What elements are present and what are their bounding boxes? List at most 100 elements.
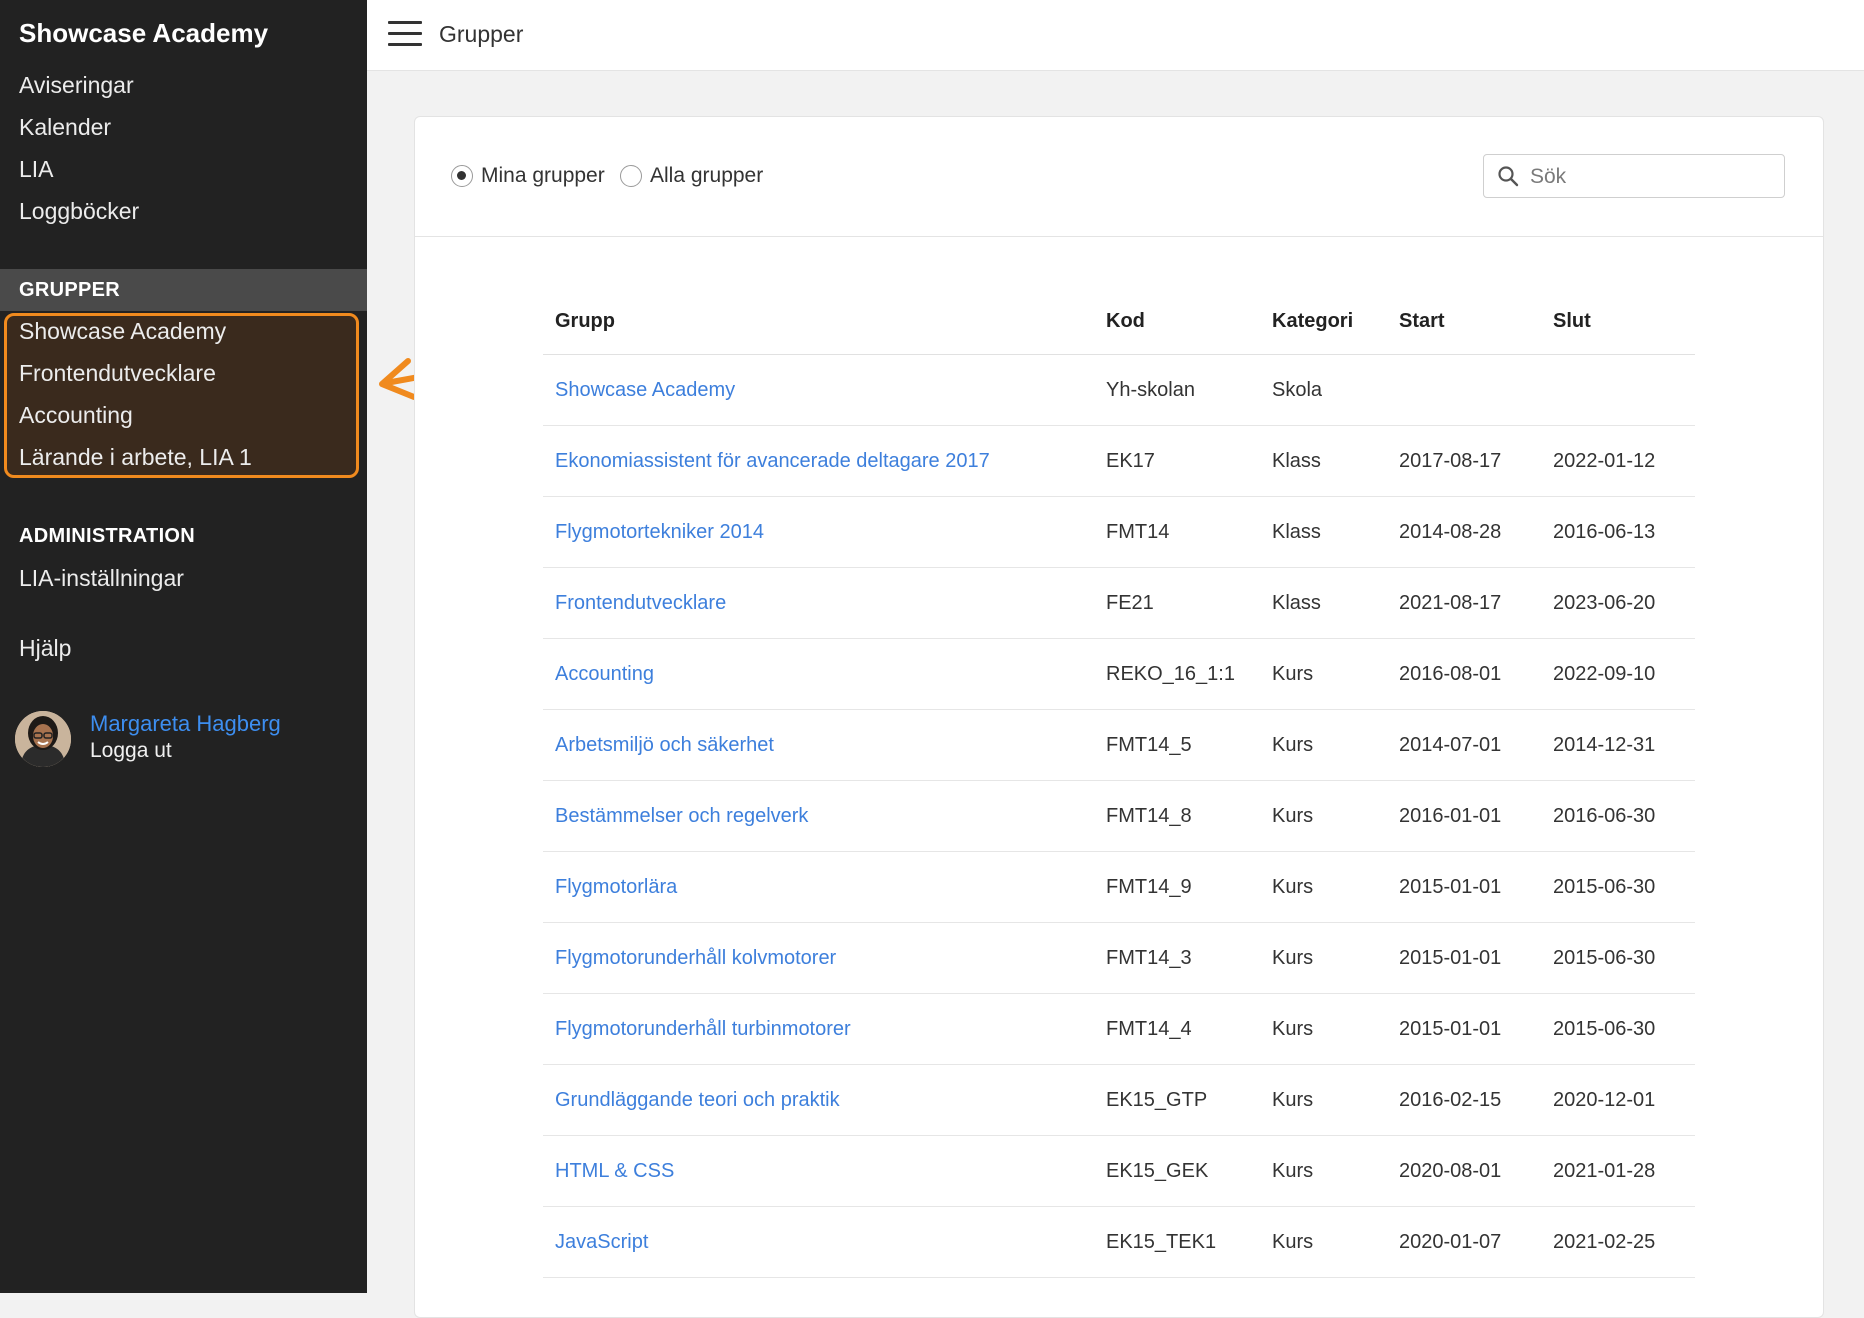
col-header-grupp[interactable]: Grupp [543,288,1094,355]
groups-heading: GRUPPER [19,279,121,301]
table-row: Flygmotorlära FMT14_9 Kurs 2015-01-01 2015-0… [543,851,1695,923]
search-box[interactable] [1483,154,1785,198]
group-code: FMT14 [1094,496,1260,568]
table-row: HTML & CSS EK15_GEK Kurs 2020-08-01 2021-01-… [543,1135,1695,1207]
group-name-link[interactable]: Accounting [543,638,1094,710]
radio-mina-grupper[interactable] [451,165,473,187]
group-start-date: 2016-01-01 [1387,780,1541,852]
group-category: Kurs [1260,922,1387,994]
group-code: FMT14_4 [1094,993,1260,1065]
topbar: Grupper [367,0,1864,71]
table-row: Flygmotortekniker 2014 FMT14 Klass 2014-08-… [543,496,1695,568]
hamburger-menu-icon[interactable] [388,21,422,47]
logout-link[interactable]: Logga ut [90,739,172,763]
user-name-link[interactable]: Margareta Hagberg [90,711,281,737]
group-category: Kurs [1260,1135,1387,1207]
group-code: FMT14_5 [1094,709,1260,781]
group-name-link[interactable]: Frontendutvecklare [543,567,1094,639]
sidebar: Showcase Academy Aviseringar Kalender LI… [0,0,367,1293]
search-input[interactable] [1528,161,1772,193]
group-category: Klass [1260,425,1387,497]
group-code: Yh-skolan [1094,354,1260,426]
nav-item-kalender[interactable]: Kalender [19,114,111,141]
col-header-slut[interactable]: Slut [1541,288,1695,355]
group-name-link[interactable]: Flygmotorlära [543,851,1094,923]
group-category: Kurs [1260,780,1387,852]
group-name-link[interactable]: Bestämmelser och regelverk [543,780,1094,852]
brand-title[interactable]: Showcase Academy [19,18,268,49]
group-code: FE21 [1094,567,1260,639]
table-row: Accounting REKO_16_1:1 Kurs 2016-08-01 2022-… [543,638,1695,710]
table-row: Ekonomiassistent för avancerade deltagar… [543,425,1695,497]
group-start-date: 2020-08-01 [1387,1135,1541,1207]
sidebar-group-lia-1[interactable]: Lärande i arbete, LIA 1 [19,444,252,471]
group-category: Kurs [1260,851,1387,923]
col-header-kategori[interactable]: Kategori [1260,288,1387,355]
nav-item-aviseringar[interactable]: Aviseringar [19,72,134,99]
nav-item-lia[interactable]: LIA [19,156,54,183]
group-code: FMT14_8 [1094,780,1260,852]
group-code: EK15_GTP [1094,1064,1260,1136]
card-header: Mina grupper Alla grupper [415,117,1823,237]
group-start-date: 2021-08-17 [1387,567,1541,639]
group-name-link[interactable]: Arbetsmiljö och säkerhet [543,709,1094,781]
table-row: Arbetsmiljö och säkerhet FMT14_5 Kurs 2014-… [543,709,1695,781]
group-name-link[interactable]: Flygmotorunderhåll turbinmotorer [543,993,1094,1065]
group-end-date: 2020-12-01 [1541,1064,1695,1136]
group-name-link[interactable]: JavaScript [543,1206,1094,1278]
sidebar-group-frontendutvecklare[interactable]: Frontendutvecklare [19,360,216,387]
group-end-date: 2016-06-30 [1541,780,1695,852]
group-name-link[interactable]: Grundläggande teori och praktik [543,1064,1094,1136]
group-start-date: 2020-01-07 [1387,1206,1541,1278]
group-start-date: 2014-07-01 [1387,709,1541,781]
group-end-date: 2022-01-12 [1541,425,1695,497]
radio-alla-grupper[interactable] [620,165,642,187]
sidebar-group-accounting[interactable]: Accounting [19,402,133,429]
table-header-row: Grupp Kod Kategori Start Slut [543,288,1695,355]
group-code: EK15_GEK [1094,1135,1260,1207]
group-category: Skola [1260,354,1387,426]
group-end-date: 2015-06-30 [1541,993,1695,1065]
table-row: Flygmotorunderhåll turbinmotorer FMT14_4 K… [543,993,1695,1065]
radio-mina-grupper-label[interactable]: Mina grupper [481,164,605,188]
avatar-portrait-icon [15,711,71,767]
search-icon [1498,166,1519,187]
group-code: EK17 [1094,425,1260,497]
user-avatar[interactable] [15,711,71,767]
table-row: Frontendutvecklare FE21 Klass 2021-08-17 202… [543,567,1695,639]
table-row: Showcase Academy Yh-skolan Skola [543,354,1695,426]
col-header-kod[interactable]: Kod [1094,288,1260,355]
groups-card: Mina grupper Alla grupper Grupp Kod Kate… [414,116,1824,1318]
group-start-date: 2017-08-17 [1387,425,1541,497]
group-category: Klass [1260,567,1387,639]
table-row: Flygmotorunderhåll kolvmotorer FMT14_3 Kur… [543,922,1695,994]
table-row: Bestämmelser och regelverk FMT14_8 Kurs 201… [543,780,1695,852]
group-name-link[interactable]: Ekonomiassistent för avancerade deltagar… [543,425,1094,497]
group-code: EK15_TEK1 [1094,1206,1260,1278]
group-start-date: 2014-08-28 [1387,496,1541,568]
radio-alla-grupper-label[interactable]: Alla grupper [650,164,763,188]
group-end-date: 2016-06-13 [1541,496,1695,568]
group-end-date: 2021-01-28 [1541,1135,1695,1207]
group-start-date: 2016-02-15 [1387,1064,1541,1136]
group-code: REKO_16_1:1 [1094,638,1260,710]
group-end-date [1541,354,1695,426]
group-name-link[interactable]: Showcase Academy [543,354,1094,426]
group-name-link[interactable]: Flygmotorunderhåll kolvmotorer [543,922,1094,994]
group-start-date: 2016-08-01 [1387,638,1541,710]
group-end-date: 2022-09-10 [1541,638,1695,710]
nav-item-loggbocker[interactable]: Loggböcker [19,198,139,225]
group-start-date [1387,354,1541,426]
col-header-start[interactable]: Start [1387,288,1541,355]
nav-item-help[interactable]: Hjälp [19,635,71,662]
group-code: FMT14_9 [1094,851,1260,923]
sidebar-group-showcase-academy[interactable]: Showcase Academy [19,318,226,345]
group-end-date: 2015-06-30 [1541,922,1695,994]
table-row: JavaScript EK15_TEK1 Kurs 2020-01-07 2021-02… [543,1206,1695,1278]
group-category: Kurs [1260,1064,1387,1136]
group-end-date: 2014-12-31 [1541,709,1695,781]
group-name-link[interactable]: Flygmotortekniker 2014 [543,496,1094,568]
nav-item-lia-installningar[interactable]: LIA-inställningar [19,565,184,592]
group-name-link[interactable]: HTML & CSS [543,1135,1094,1207]
group-category: Klass [1260,496,1387,568]
